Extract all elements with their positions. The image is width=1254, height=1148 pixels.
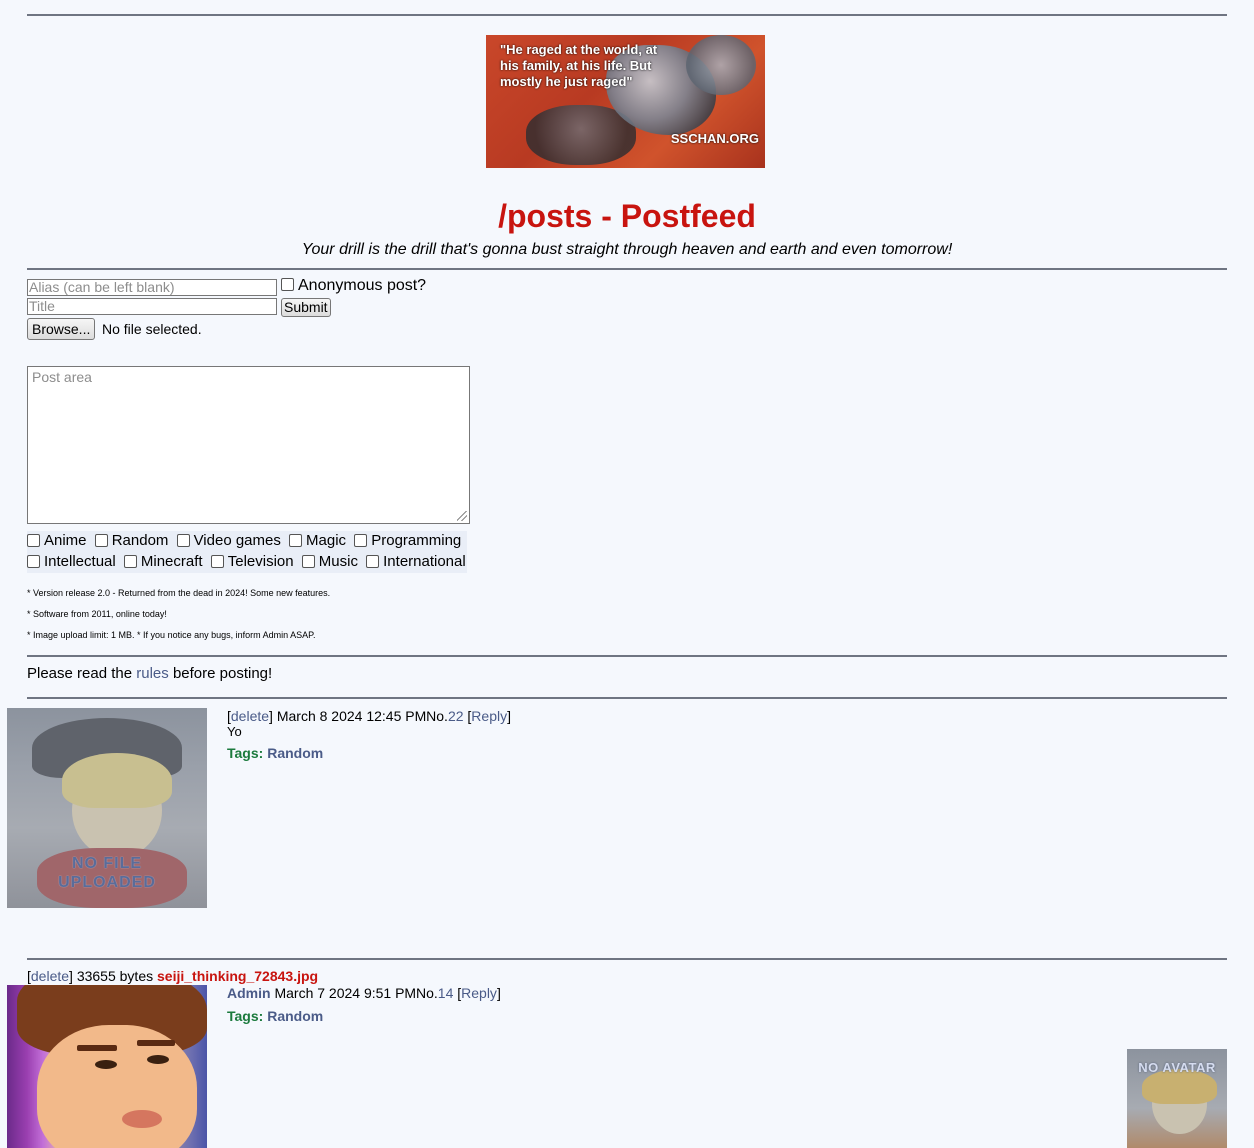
tag-row: Intellectual Minecraft Television Music …	[27, 553, 470, 570]
anonymous-label: Anonymous post?	[298, 277, 427, 294]
tag-label: Programming	[371, 532, 462, 549]
file-name-link[interactable]: seiji_thinking_72843.jpg	[157, 968, 318, 984]
tag-checkbox-intellectual[interactable]	[27, 554, 40, 568]
alias-input[interactable]: Alias (can be left blank)	[27, 279, 277, 296]
thumbnail-art-eye	[95, 1060, 117, 1069]
tag-label: Intellectual	[44, 553, 116, 570]
thumbnail-art-mouth	[122, 1110, 162, 1128]
header-divider	[27, 268, 1227, 270]
anonymous-option[interactable]: Anonymous post?	[281, 277, 426, 295]
delete-link[interactable]: delete	[231, 708, 269, 724]
browse-button[interactable]: Browse...	[27, 318, 96, 340]
post-body: Yo	[227, 724, 242, 739]
thumbnail-art-brow	[77, 1045, 117, 1051]
thumbnail-art-eye	[147, 1055, 169, 1064]
reply-link[interactable]: Reply	[471, 708, 507, 724]
submit-button[interactable]: Submit	[281, 298, 331, 317]
tags-label: Tags:	[227, 1008, 264, 1024]
posts-divider	[27, 697, 1227, 699]
tag-checkbox-minecraft[interactable]	[123, 554, 137, 568]
post-placeholder: Post area	[32, 369, 92, 385]
post-image-thumbnail[interactable]	[7, 985, 207, 1148]
tag-checkbox-magic[interactable]	[289, 533, 303, 547]
banner-quote: "He raged at the world, at his family, a…	[500, 42, 658, 89]
no-file-label: NO FILE UPLOADED	[58, 855, 156, 891]
post-tags: Tags: Random	[227, 1008, 323, 1024]
reply-link[interactable]: Reply	[461, 985, 497, 1001]
tag-checkbox-random[interactable]	[94, 533, 108, 547]
software-note: * Software from 2011, online today!	[27, 609, 167, 619]
tag-checkbox-anime[interactable]	[27, 533, 40, 547]
post-header: Admin March 7 2024 9:51 PM No.14 [Reply]	[227, 985, 501, 1001]
tag-label: Music	[318, 553, 358, 570]
no-avatar-label: NO AVATAR	[1138, 1060, 1216, 1075]
rules-text-after: before posting!	[172, 665, 273, 682]
tag-label: Random	[111, 532, 169, 549]
post-textarea[interactable]: Post area	[27, 366, 470, 524]
version-note: * Version release 2.0 - Returned from th…	[27, 588, 331, 598]
banner-art-shape	[686, 35, 756, 95]
rules-link[interactable]: rules	[136, 665, 169, 682]
upload-limit-note: * Image upload limit: 1 MB. * If you not…	[27, 630, 316, 640]
post-number-prefix: No.	[426, 708, 448, 724]
banner-image[interactable]: "He raged at the world, at his family, a…	[486, 35, 765, 168]
tag-link[interactable]: Random	[267, 1008, 323, 1024]
title-input[interactable]: Title	[27, 298, 277, 315]
post-tags: Tags: Random	[227, 745, 323, 761]
post-number-link[interactable]: 14	[438, 985, 454, 1001]
thumbnail-art-brow	[137, 1040, 175, 1046]
tag-label: Anime	[44, 532, 87, 549]
tag-selector: Anime Random Video games Magic Programmi…	[27, 531, 467, 573]
file-status: No file selected.	[102, 321, 202, 337]
page-subtitle: Your drill is the drill that's gonna bus…	[301, 241, 953, 258]
page-title: /posts - Postfeed	[498, 198, 756, 234]
tag-label: Minecraft	[140, 553, 203, 570]
tag-label: Video games	[193, 532, 281, 549]
tag-checkbox-international[interactable]	[366, 554, 380, 568]
tag-checkbox-video-games[interactable]	[176, 533, 190, 547]
tag-label: International	[383, 553, 466, 570]
delete-link[interactable]: delete	[31, 968, 69, 984]
tag-label: Television	[227, 553, 294, 570]
resize-grip-icon[interactable]	[457, 511, 467, 521]
rules-notice: Please read the rules before posting!	[27, 665, 272, 682]
post-date: March 8 2024 12:45 PM	[276, 708, 427, 724]
top-divider	[27, 14, 1227, 16]
tag-checkbox-programming[interactable]	[354, 533, 368, 547]
file-size: 33655 bytes	[76, 968, 154, 984]
tag-link[interactable]: Random	[267, 745, 323, 761]
no-avatar-image: NO AVATAR	[1127, 1049, 1227, 1148]
form-divider	[27, 655, 1227, 657]
no-file-thumbnail[interactable]: NO FILE UPLOADED	[7, 708, 207, 908]
banner-site: SSCHAN.ORG	[670, 131, 759, 146]
tag-checkbox-music[interactable]	[301, 554, 315, 568]
post-divider	[27, 958, 1227, 960]
file-info: [delete] 33655 bytes seiji_thinking_7284…	[27, 968, 319, 984]
tags-label: Tags:	[227, 745, 264, 761]
thumbnail-art-hair	[62, 753, 172, 808]
tag-row: Anime Random Video games Magic Programmi…	[27, 532, 465, 549]
post-date: March 7 2024 9:51 PM	[274, 985, 417, 1001]
post-author: Admin	[227, 985, 271, 1001]
rules-text-before: Please read the	[27, 665, 133, 682]
anonymous-checkbox[interactable]	[281, 278, 294, 292]
tag-label: Magic	[306, 532, 347, 549]
post-number-prefix: No.	[415, 985, 438, 1001]
post-header: [delete] March 8 2024 12:45 PM No.22 [Re…	[227, 708, 511, 724]
post-number-link[interactable]: 22	[448, 708, 464, 724]
tag-checkbox-television[interactable]	[210, 554, 224, 568]
